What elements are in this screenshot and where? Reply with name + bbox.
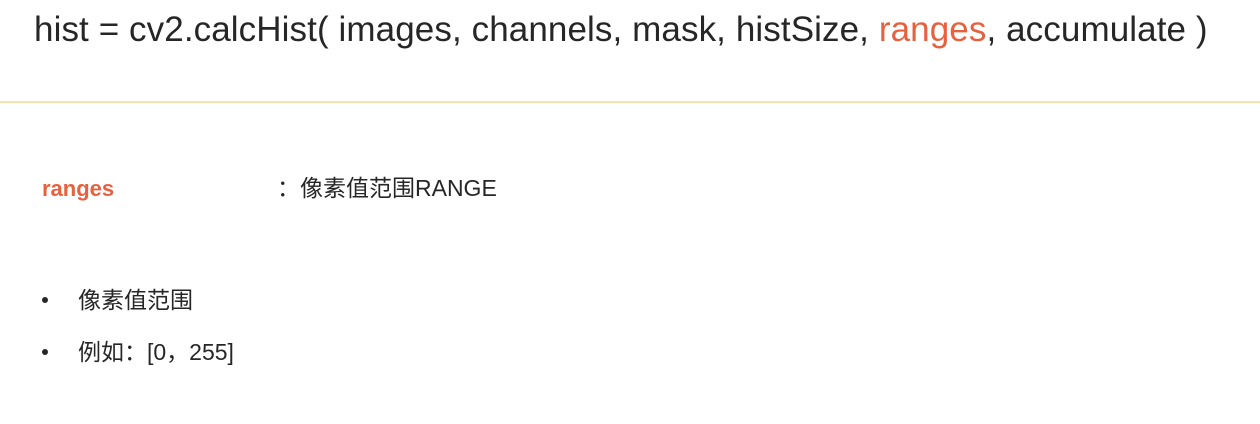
- signature-suffix: , accumulate ): [986, 10, 1208, 49]
- list-item: 例如：[0，255]: [38, 334, 234, 370]
- bullet-dot-icon: [42, 297, 48, 303]
- bullet-dot-icon: [42, 349, 48, 355]
- list-item-text: 例如：[0，255]: [78, 339, 234, 365]
- param-name: ranges: [42, 176, 115, 201]
- signature-prefix: hist = cv2.calcHist( images, channels, m…: [34, 10, 879, 49]
- signature-highlight: ranges: [878, 10, 987, 49]
- param-description: ：像素值范围RANGE: [277, 175, 497, 201]
- list-item-text: 像素值范围: [78, 287, 193, 313]
- bullet-list: 像素值范围 例如：[0，255]: [38, 282, 234, 386]
- list-item: 像素值范围: [38, 282, 234, 318]
- function-signature: hist = cv2.calcHist( images, channels, m…: [34, 6, 1208, 54]
- divider-line: [0, 101, 1260, 103]
